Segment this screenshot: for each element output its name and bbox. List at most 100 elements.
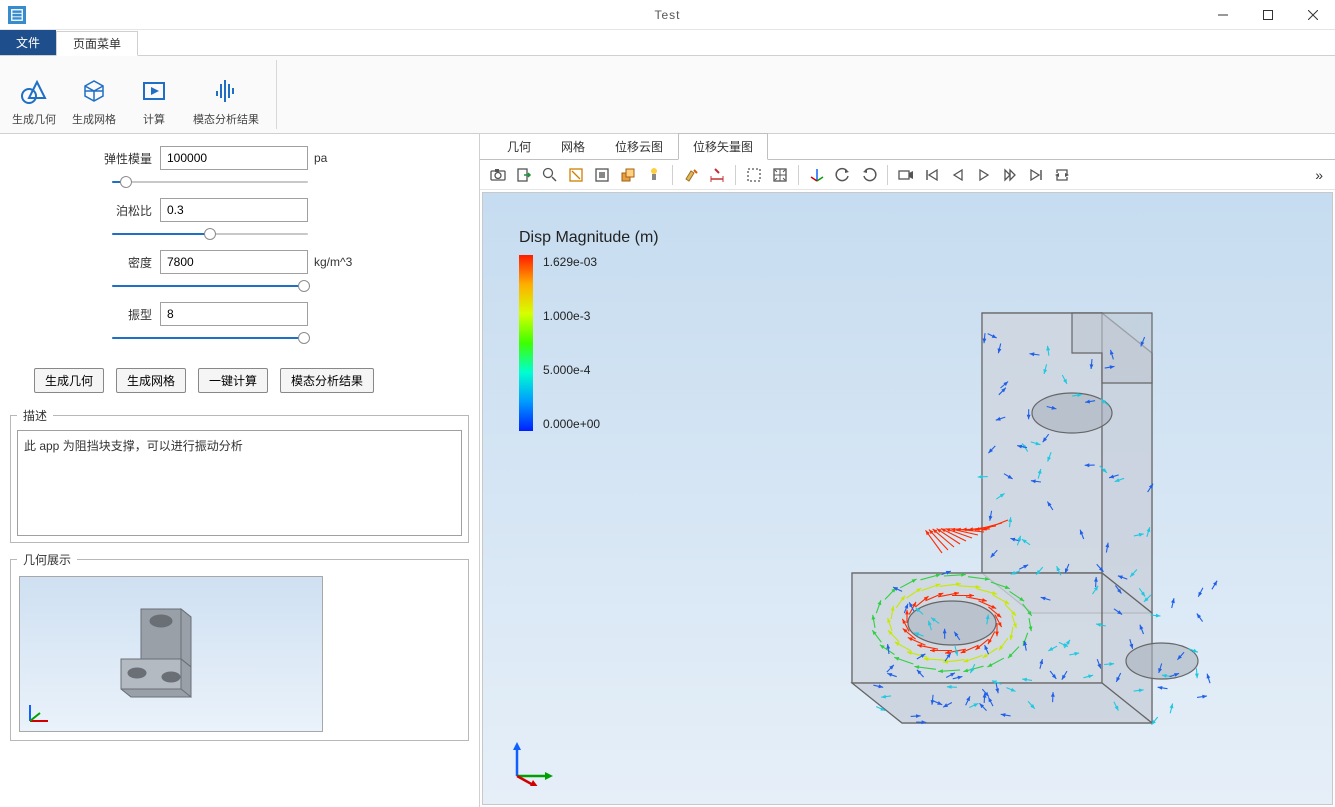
clear-icon[interactable]: [679, 163, 703, 187]
param-mode-slider[interactable]: [112, 330, 308, 346]
geom-preview-legend: 几何展示: [17, 551, 77, 568]
record-icon[interactable]: [894, 163, 918, 187]
btn-one-click[interactable]: 一键计算: [198, 368, 268, 393]
view-tab-disp-cloud[interactable]: 位移云图: [600, 133, 678, 160]
color-legend: Disp Magnitude (m) 1.629e-03 1.000e-3 5.…: [519, 229, 659, 431]
menu-tab-page[interactable]: 页面菜单: [56, 31, 138, 56]
geom-preview-fieldset: 几何展示: [10, 551, 469, 741]
ribbon-gen-mesh[interactable]: 生成网格: [68, 60, 120, 129]
btn-modal-result[interactable]: 模态分析结果: [280, 368, 374, 393]
window-title: Test: [654, 8, 680, 22]
legend-title: Disp Magnitude (m): [519, 229, 659, 247]
param-poisson-label: 泊松比: [96, 202, 152, 219]
last-frame-icon[interactable]: [1024, 163, 1048, 187]
rotate-right-icon[interactable]: [857, 163, 881, 187]
zoom-icon[interactable]: [538, 163, 562, 187]
param-density-input[interactable]: [160, 250, 308, 274]
toolbar-separator: [735, 165, 736, 185]
legend-ticks: 1.629e-03 1.000e-3 5.000e-4 0.000e+00: [543, 255, 600, 431]
ribbon-modal-result[interactable]: 模态分析结果: [188, 60, 264, 129]
menu-tabs: 文件 页面菜单: [0, 30, 1335, 56]
export-icon[interactable]: [512, 163, 536, 187]
view3d[interactable]: Disp Magnitude (m) 1.629e-03 1.000e-3 5.…: [482, 192, 1333, 805]
ribbon-modal-result-label: 模态分析结果: [193, 111, 259, 127]
view-tab-disp-vector[interactable]: 位移矢量图: [678, 133, 768, 160]
ribbon-compute-label: 计算: [143, 111, 165, 127]
param-elastic-label: 弹性模量: [96, 150, 152, 167]
view-toolbar: »: [480, 160, 1335, 190]
select-all-icon[interactable]: [768, 163, 792, 187]
param-elastic: 弹性模量 pa: [6, 146, 473, 170]
axis-triad-small: [26, 699, 52, 725]
param-poisson-slider[interactable]: [112, 226, 308, 242]
ribbon-compute[interactable]: 计算: [128, 60, 180, 129]
geom-preview-model: [101, 589, 241, 719]
measure-icon[interactable]: [705, 163, 729, 187]
window-controls: [1200, 0, 1335, 29]
view-tab-geom[interactable]: 几何: [492, 133, 546, 160]
param-mode: 振型: [6, 302, 473, 326]
btn-gen-geom[interactable]: 生成几何: [34, 368, 104, 393]
param-mode-label: 振型: [96, 306, 152, 323]
ribbon-group: 生成几何 生成网格 计算 模态分析结果: [8, 60, 277, 129]
legend-tick: 1.629e-03: [543, 255, 600, 269]
toolbar-separator: [672, 165, 673, 185]
param-poisson-input[interactable]: [160, 198, 308, 222]
param-elastic-unit: pa: [314, 151, 327, 165]
select-box-icon[interactable]: [564, 163, 588, 187]
param-density-slider[interactable]: [112, 278, 308, 294]
model-display: [732, 253, 1292, 793]
view-tabs: 几何 网格 位移云图 位移矢量图: [480, 134, 1335, 160]
mesh-icon: [78, 75, 110, 107]
geom-preview[interactable]: [19, 576, 323, 732]
maximize-button[interactable]: [1245, 0, 1290, 29]
titlebar: Test: [0, 0, 1335, 30]
right-panel: 几何 网格 位移云图 位移矢量图 » Disp Magnitude (m) 1.…: [480, 134, 1335, 807]
close-button[interactable]: [1290, 0, 1335, 29]
legend-tick: 1.000e-3: [543, 309, 600, 323]
legend-tick: 0.000e+00: [543, 417, 600, 431]
select-rect-icon[interactable]: [742, 163, 766, 187]
scene-light-icon[interactable]: [616, 163, 640, 187]
compute-icon: [138, 75, 170, 107]
minimize-button[interactable]: [1200, 0, 1245, 29]
repeat-icon[interactable]: [1050, 163, 1074, 187]
next-frame-icon[interactable]: [998, 163, 1022, 187]
first-frame-icon[interactable]: [920, 163, 944, 187]
prev-frame-icon[interactable]: [946, 163, 970, 187]
reset-view-icon[interactable]: [805, 163, 829, 187]
app-icon: [8, 6, 26, 24]
camera-icon[interactable]: [486, 163, 510, 187]
rotate-left-icon[interactable]: [831, 163, 855, 187]
description-text: 此 app 为阻挡块支撑，可以进行振动分析: [17, 430, 462, 536]
btn-gen-mesh[interactable]: 生成网格: [116, 368, 186, 393]
left-panel: 弹性模量 pa 泊松比 密度 kg/m^3 振型 生成几何 生成网格 一键计算 …: [0, 134, 480, 807]
axis-triad: [507, 736, 557, 786]
ribbon-gen-geom[interactable]: 生成几何: [8, 60, 60, 129]
view-tab-mesh[interactable]: 网格: [546, 133, 600, 160]
description-fieldset: 描述 此 app 为阻挡块支撑，可以进行振动分析: [10, 407, 469, 543]
action-buttons: 生成几何 生成网格 一键计算 模态分析结果: [34, 368, 473, 393]
transparency-icon[interactable]: [642, 163, 666, 187]
param-density-unit: kg/m^3: [314, 255, 352, 269]
ribbon-gen-mesh-label: 生成网格: [72, 111, 116, 127]
param-density-label: 密度: [96, 254, 152, 271]
toolbar-separator: [798, 165, 799, 185]
param-mode-input[interactable]: [160, 302, 308, 326]
ribbon-gen-geom-label: 生成几何: [12, 111, 56, 127]
toolbar-separator: [887, 165, 888, 185]
legend-tick: 5.000e-4: [543, 363, 600, 377]
play-icon[interactable]: [972, 163, 996, 187]
zoom-extents-icon[interactable]: [590, 163, 614, 187]
param-elastic-input[interactable]: [160, 146, 308, 170]
param-elastic-slider[interactable]: [112, 174, 308, 190]
param-poisson: 泊松比: [6, 198, 473, 222]
modal-result-icon: [210, 75, 242, 107]
toolbar-more-icon[interactable]: »: [1309, 167, 1329, 183]
main-area: 弹性模量 pa 泊松比 密度 kg/m^3 振型 生成几何 生成网格 一键计算 …: [0, 134, 1335, 807]
geom-icon: [18, 75, 50, 107]
legend-gradient: [519, 255, 533, 431]
description-legend: 描述: [17, 407, 53, 424]
ribbon: 生成几何 生成网格 计算 模态分析结果: [0, 56, 1335, 134]
menu-tab-file[interactable]: 文件: [0, 30, 56, 55]
